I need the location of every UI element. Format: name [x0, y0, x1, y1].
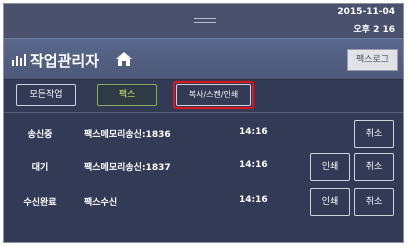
job-status: 수신완료 — [23, 198, 57, 208]
status-date: 2015-11-04 — [337, 7, 395, 17]
job-name: 팩스메모리송신:1837 — [84, 163, 171, 173]
tab-all-jobs[interactable]: 모든작업 — [16, 84, 76, 106]
job-name: 팩스메모리송신:1836 — [84, 130, 171, 140]
job-row: 대기 팩스메모리송신:1837 14:16 인쇄 취소 — [4, 150, 403, 186]
job-time: 14:16 — [239, 195, 268, 205]
tab-fax[interactable]: 팩스 — [97, 84, 157, 106]
home-icon[interactable] — [115, 51, 133, 67]
drag-handle[interactable] — [194, 18, 216, 19]
job-row: 수신완료 팩스수신 14:16 인쇄 취소 — [4, 185, 403, 221]
status-bar: 2015-11-04 오후 2 16 — [4, 4, 403, 38]
job-time: 14:16 — [239, 127, 268, 137]
print-button[interactable]: 인쇄 — [310, 153, 350, 181]
drag-handle-line — [194, 22, 216, 23]
print-button[interactable]: 인쇄 — [310, 188, 350, 216]
job-time: 14:16 — [239, 160, 268, 170]
job-name: 팩스수신 — [84, 198, 118, 208]
cancel-button[interactable]: 취소 — [354, 153, 394, 181]
job-row: 송신중 팩스메모리송신:1836 14:16 취소 — [4, 117, 403, 153]
job-status: 대기 — [31, 163, 49, 173]
page-title: 작업관리자 — [30, 52, 100, 70]
tab-copy-scan-print[interactable]: 복사/스캔/인쇄 — [173, 81, 254, 109]
job-status: 송신중 — [27, 130, 53, 140]
cancel-button[interactable]: 취소 — [354, 120, 394, 148]
status-time: 오후 2 16 — [353, 25, 395, 35]
lcd-screen: 2015-11-04 오후 2 16 작업관리자 팩스로그 모든작업 팩스 복사… — [3, 3, 404, 243]
divider — [4, 112, 403, 113]
fax-log-button[interactable]: 팩스로그 — [347, 49, 398, 71]
job-manager-icon — [12, 52, 26, 66]
title-bar: 작업관리자 팩스로그 — [4, 38, 403, 80]
cancel-button[interactable]: 취소 — [354, 188, 394, 216]
